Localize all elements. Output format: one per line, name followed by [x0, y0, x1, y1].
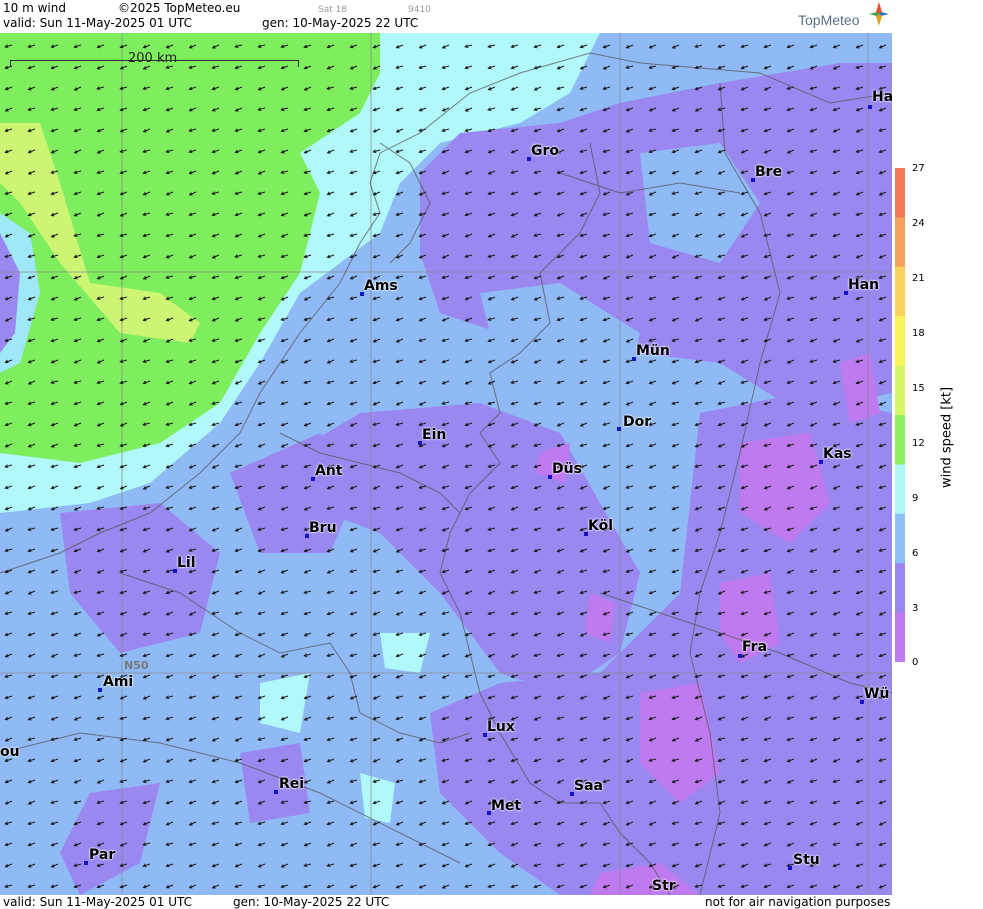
- city-lil: Lil: [177, 555, 196, 571]
- colorbar-segment: [895, 464, 905, 515]
- city-dot: [98, 688, 102, 692]
- wind-map[interactable]: 200 km N50 Ha Gro Bre Ams Han Mün Ein Do…: [0, 33, 892, 895]
- footer-valid-time: valid: Sun 11-May-2025 01 UTC: [3, 895, 192, 909]
- city-wu: Wü: [864, 686, 890, 702]
- city-ant: Ant: [315, 463, 343, 479]
- city-dot: [84, 861, 88, 865]
- legend-title: wind speed [kt]: [939, 386, 955, 489]
- city-ami: Ami: [103, 674, 134, 690]
- city-dot: [788, 866, 792, 870]
- city-gro: Gro: [531, 143, 560, 159]
- generated-time: gen: 10-May-2025 22 UTC: [262, 16, 419, 30]
- city-met: Met: [491, 798, 522, 814]
- legend-tick: 27: [912, 163, 925, 174]
- city-ams: Ams: [364, 278, 398, 294]
- city-par: Par: [89, 847, 116, 863]
- city-saa: Saa: [574, 778, 603, 794]
- city-mun: Mün: [636, 343, 670, 359]
- legend-tick: 9: [912, 493, 919, 504]
- footer-generated-time: gen: 10-May-2025 22 UTC: [233, 895, 390, 909]
- colorbar-segment: [895, 612, 905, 662]
- city-ou: ou: [0, 744, 20, 760]
- run-code: 9410: [408, 5, 431, 15]
- city-stu: Stu: [793, 852, 820, 868]
- legend-tick: 24: [912, 218, 925, 229]
- city-rei: Rei: [279, 776, 305, 792]
- city-dot: [868, 105, 872, 109]
- city-kas: Kas: [823, 446, 852, 462]
- colorbar-segment: [895, 365, 905, 416]
- colorbar-segment: [895, 266, 905, 318]
- scale-label: 200 km: [128, 51, 178, 66]
- city-dot: [617, 427, 621, 431]
- legend-tick: 6: [912, 548, 919, 559]
- city-kol: Köl: [588, 518, 614, 534]
- legend-tick: 15: [912, 383, 925, 394]
- valid-time: valid: Sun 11-May-2025 01 UTC: [3, 16, 192, 30]
- product-title: 10 m wind: [3, 1, 66, 15]
- city-bre: Bre: [755, 164, 783, 180]
- colorbar-segment: [895, 563, 905, 614]
- colorbar-segment: [895, 513, 905, 565]
- day-label: Sat 18: [318, 5, 348, 15]
- navigation-disclaimer: not for air navigation purposes: [705, 895, 891, 909]
- city-dor: Dor: [623, 414, 652, 430]
- legend-tick: 0: [912, 657, 919, 668]
- colorbar-segment: [895, 217, 905, 268]
- city-str: Str: [652, 878, 676, 894]
- city-ein: Ein: [422, 427, 447, 443]
- wind-speed-colorbar: [895, 168, 905, 662]
- legend-tick: 3: [912, 603, 919, 614]
- city-ha: Ha: [872, 89, 892, 105]
- compass-icon: [869, 2, 889, 26]
- legend-tick: 18: [912, 328, 925, 339]
- city-fra: Fra: [742, 639, 768, 655]
- legend-tick: 21: [912, 273, 925, 284]
- copyright-text: ©2025 TopMeteo.eu: [118, 1, 241, 15]
- colorbar-segment: [895, 168, 905, 219]
- city-dus: Düs: [552, 461, 582, 477]
- city-bru: Bru: [309, 520, 337, 536]
- legend-tick: 12: [912, 438, 925, 449]
- colorbar-segment: [895, 415, 905, 466]
- city-lux: Lux: [487, 719, 515, 735]
- city-dot: [274, 790, 278, 794]
- topmeteo-logo: TopMeteo: [798, 12, 860, 28]
- city-han: Han: [848, 277, 880, 293]
- latitude-label: N50: [124, 659, 149, 672]
- colorbar-segment: [895, 316, 905, 367]
